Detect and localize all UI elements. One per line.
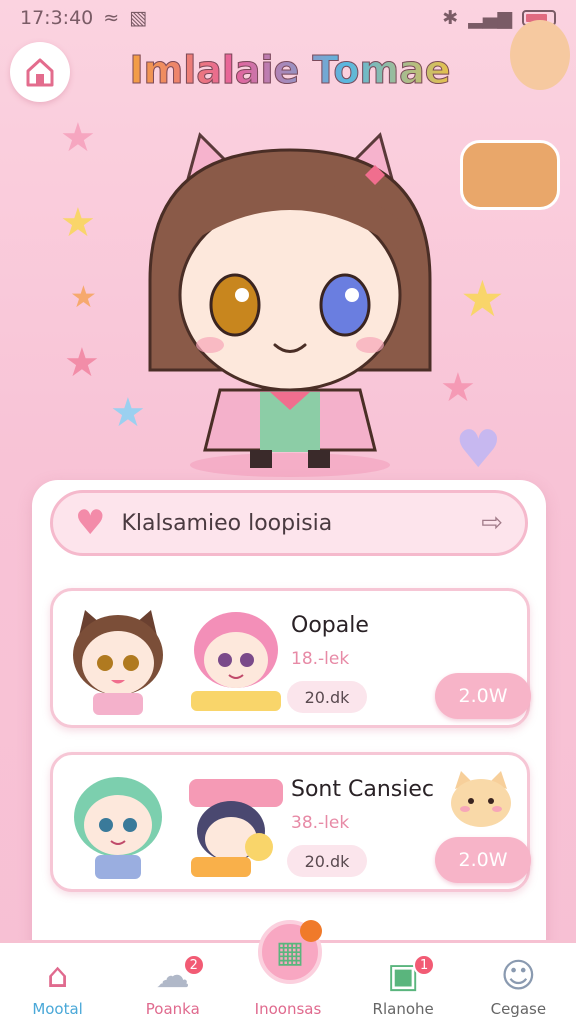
tab-label: Inoonsas bbox=[254, 1000, 322, 1018]
card-action-button[interactable]: 2.0W bbox=[435, 837, 531, 883]
user-icon: ☺ bbox=[500, 956, 537, 996]
character-card[interactable]: Oopale 18.-lek 20.dk 2.0W bbox=[50, 588, 531, 728]
character-thumbnail bbox=[74, 777, 162, 879]
character-thumbnail bbox=[73, 610, 163, 715]
notification-icon: ▧ bbox=[129, 7, 148, 29]
calendar-icon: ▣ bbox=[387, 956, 420, 996]
search-text: Klalsamieo loopisia bbox=[121, 510, 333, 536]
heart-decoration: ♥ bbox=[455, 420, 502, 480]
heart-icon: ♥ bbox=[75, 503, 106, 543]
tab-inoonsas[interactable]: ▦ Inoonsas bbox=[238, 920, 338, 1018]
tab-label: Mootal bbox=[32, 1000, 83, 1018]
hero-character bbox=[148, 132, 432, 477]
card-subtitle: 18.-lek bbox=[291, 649, 350, 669]
card-subtitle: 38.-lek bbox=[291, 813, 350, 833]
card-tag: 20.dk bbox=[287, 681, 367, 713]
character-thumbnail bbox=[189, 779, 283, 877]
toast-sticker bbox=[460, 140, 560, 210]
search-bar[interactable]: ♥ Klalsamieo loopisia ⇨ bbox=[50, 490, 528, 556]
card-tag: 20.dk bbox=[287, 845, 367, 877]
card-title: Oopale bbox=[291, 613, 369, 638]
tab-poanka[interactable]: ☁ 2 Poanka bbox=[123, 954, 223, 1018]
notification-badge bbox=[299, 920, 322, 942]
card-title: Sont Cansiec bbox=[291, 777, 434, 802]
notification-badge: 2 bbox=[182, 954, 205, 976]
cloud-icon: ☁ bbox=[155, 956, 190, 996]
star-decoration: ★ bbox=[460, 270, 505, 328]
notification-badge: 1 bbox=[413, 954, 436, 976]
tab-label: Poanka bbox=[145, 1000, 200, 1018]
signal-icon: ▂▄▆ bbox=[468, 7, 512, 29]
star-decoration: ★ bbox=[70, 280, 97, 315]
home-button[interactable] bbox=[10, 42, 70, 102]
card-action-button[interactable]: 2.0W bbox=[435, 673, 531, 719]
character-card[interactable]: Sont Cansiec 38.-lek 20.dk 2.0W bbox=[50, 752, 531, 892]
tab-mootal[interactable]: ⌂ Mootal bbox=[8, 956, 108, 1018]
character-thumbnail bbox=[191, 612, 281, 711]
home-icon: ⌂ bbox=[46, 956, 69, 996]
star-decoration: ★ bbox=[60, 115, 96, 161]
bluetooth-icon: ✱ bbox=[442, 7, 459, 29]
tab-label: Rlanohe bbox=[372, 1000, 434, 1018]
home-icon bbox=[26, 58, 54, 87]
tab-rlanohe[interactable]: ▣ 1 Rlanohe bbox=[353, 954, 453, 1018]
bottom-tab-bar: ⌂ Mootal ☁ 2 Poanka ▦ Inoonsas ▣ 1 Rlano… bbox=[0, 920, 576, 1024]
tab-label: Cegase bbox=[490, 1000, 547, 1018]
status-bar: 17:3:40 ≈ ▧ ✱ ▂▄▆ bbox=[0, 0, 576, 36]
star-decoration: ★ bbox=[60, 200, 96, 246]
cat-sticker bbox=[451, 771, 511, 827]
cat-sticker bbox=[510, 20, 570, 90]
arrow-icon[interactable]: ⇨ bbox=[481, 508, 503, 538]
app-title: Imlalaie Tomae bbox=[120, 48, 460, 93]
tab-cegase[interactable]: ☺ Cegase bbox=[468, 956, 568, 1018]
status-time: 17:3:40 bbox=[20, 7, 94, 29]
wifi-icon: ≈ bbox=[103, 7, 120, 29]
star-decoration: ★ bbox=[64, 340, 100, 386]
